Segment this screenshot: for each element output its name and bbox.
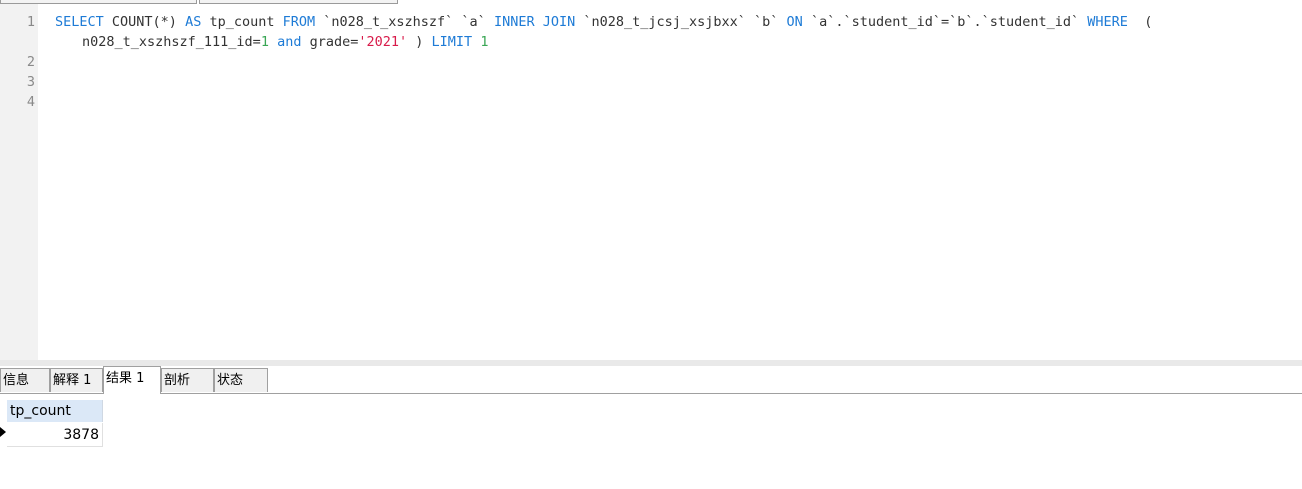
grade-value: '2021' <box>358 34 408 50</box>
close-paren: ) <box>407 34 432 50</box>
grade-field: grade= <box>301 34 359 50</box>
tab-status[interactable]: 状态 <box>214 368 268 392</box>
count-expression: COUNT(*) <box>103 14 186 30</box>
table-a: `n028_t_xszhszf` `a` <box>315 14 494 30</box>
code-line-1-wrap: n028_t_xszhszf_111_id=1 and grade='2021'… <box>82 32 488 52</box>
line-number: 3 <box>26 74 35 90</box>
column-header-tp-count[interactable]: tp_count <box>7 400 103 422</box>
tab-result[interactable]: 结果 1 <box>103 366 161 394</box>
tab-info[interactable]: 信息 <box>0 368 50 392</box>
join-condition: `a`.`student_id`=`b`.`student_id` <box>802 14 1088 30</box>
from-keyword: FROM <box>282 14 316 30</box>
line-number: 1 <box>26 14 35 30</box>
on-keyword: ON <box>786 14 803 30</box>
line-number-gutter: 1 2 3 4 <box>0 4 38 360</box>
line-number: 4 <box>26 94 35 110</box>
code-line-1: SELECT COUNT(*) AS tp_count FROM `n028_t… <box>55 12 1152 32</box>
result-cell[interactable]: 3878 <box>7 423 103 447</box>
limit-value: 1 <box>472 34 489 50</box>
condition-value: 1 <box>260 34 269 50</box>
limit-keyword: LIMIT <box>431 34 473 50</box>
result-grid: tp_count 3878 <box>0 394 1302 489</box>
alias: tp_count <box>201 14 283 30</box>
as-keyword: AS <box>185 14 202 30</box>
table-b: `n028_t_jcsj_xsjbxx` `b` <box>575 14 787 30</box>
select-keyword: SELECT <box>55 14 104 30</box>
current-row-arrow-icon <box>0 427 6 437</box>
open-paren: ( <box>1127 14 1153 30</box>
inner-join-keyword: INNER JOIN <box>493 14 576 30</box>
tab-explain[interactable]: 解释 1 <box>50 368 103 392</box>
where-keyword: WHERE <box>1087 14 1128 30</box>
line-number: 2 <box>26 54 35 70</box>
sql-editor[interactable]: 1 2 3 4 SELECT COUNT(*) AS tp_count FROM… <box>0 4 1302 360</box>
tab-profile[interactable]: 剖析 <box>161 368 214 392</box>
condition-field: n028_t_xszhszf_111_id= <box>82 34 261 50</box>
and-keyword: and <box>268 34 302 50</box>
result-tab-bar: 信息 解释 1 结果 1 剖析 状态 <box>0 366 1302 394</box>
